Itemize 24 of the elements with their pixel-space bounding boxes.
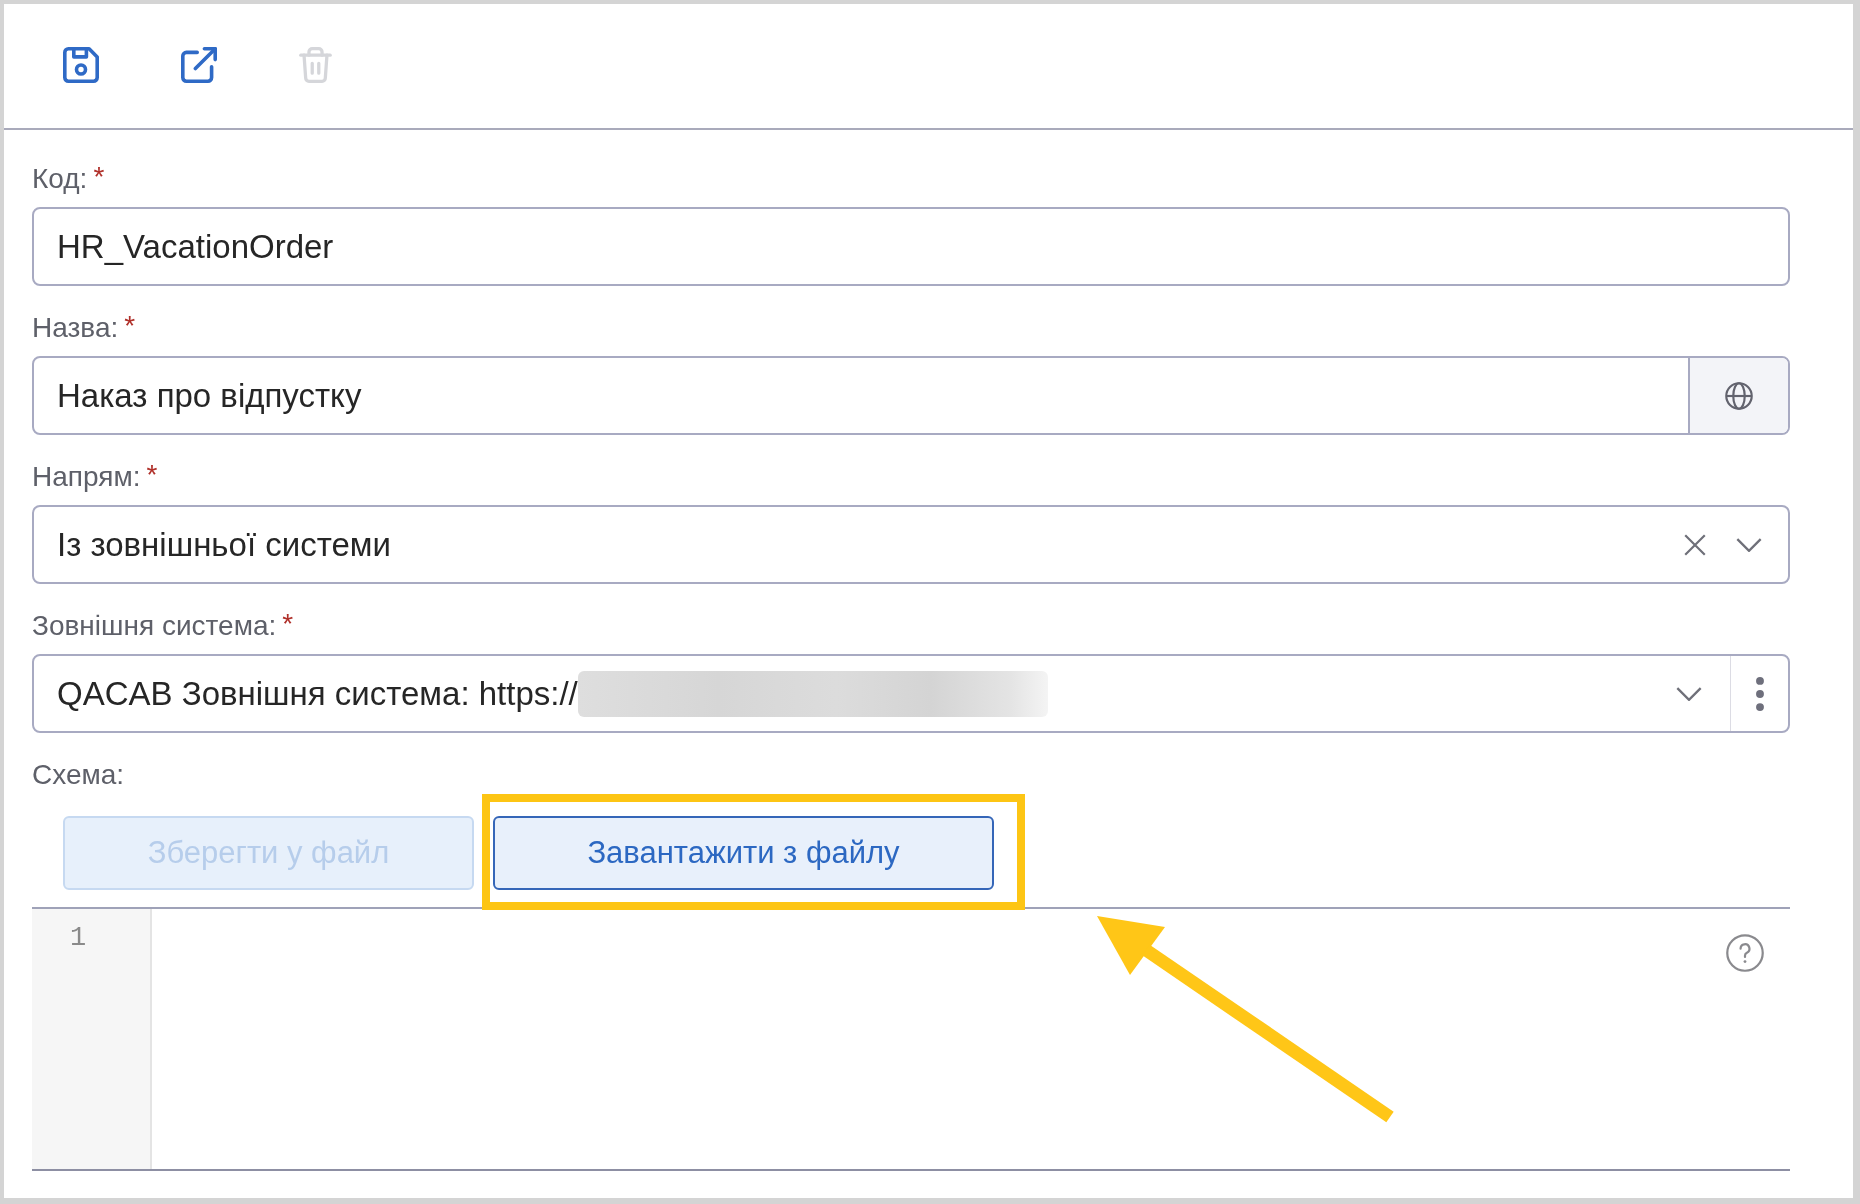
save-icon[interactable] (63, 47, 99, 83)
field-label: Зовнішня система: (32, 609, 277, 643)
clear-icon[interactable] (1684, 533, 1706, 556)
field-label: Назва: (32, 311, 119, 345)
required-marker: * (146, 458, 158, 492)
required-marker: * (282, 607, 294, 641)
globe-icon (1725, 381, 1753, 410)
required-marker: * (93, 160, 105, 194)
text-field[interactable]: HR_VacationOrder (32, 207, 1790, 286)
dropdown-field[interactable]: QACAB Зовнішня система: https:// (32, 654, 1790, 733)
help-icon[interactable] (1726, 934, 1764, 972)
field-label: Код: (32, 162, 88, 196)
chevron-down-icon[interactable] (1736, 537, 1762, 552)
external-link-icon[interactable] (181, 47, 217, 83)
more-options-icon[interactable] (1755, 676, 1764, 711)
text-field[interactable]: Наказ про відпустку (32, 356, 1790, 435)
required-marker: * (124, 309, 136, 343)
field-label: Схема: (32, 758, 125, 792)
field-label: Напрям: (32, 460, 141, 494)
language-button[interactable] (1688, 358, 1788, 433)
load-from-file-button[interactable]: Завантажити з файлу (493, 816, 994, 890)
line-number: 1 (70, 922, 87, 955)
chevron-down-icon[interactable] (1676, 686, 1702, 701)
dropdown-field[interactable]: Із зовнішньої системи (32, 505, 1790, 584)
